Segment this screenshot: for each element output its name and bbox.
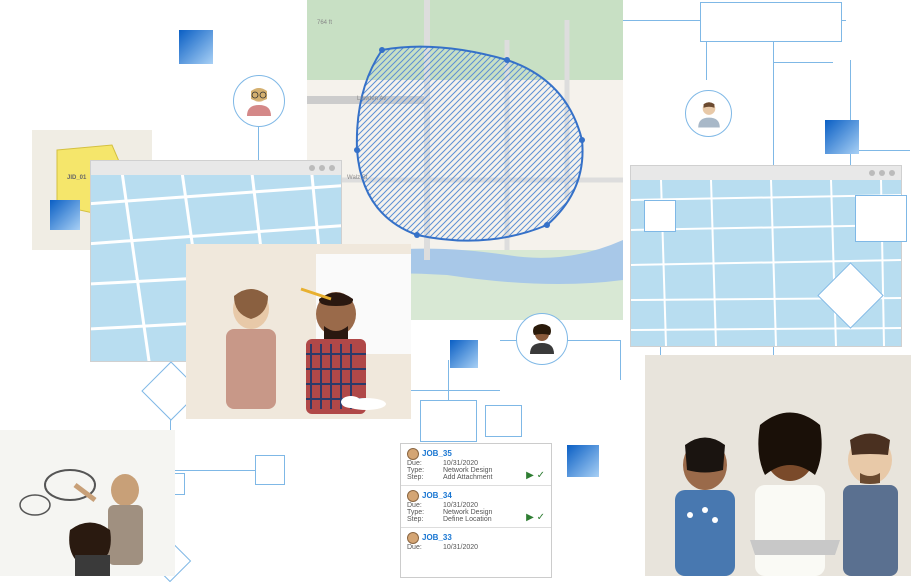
browser-window-right [630, 165, 902, 347]
flowchart-box [485, 405, 522, 437]
map-label: JID_01 [67, 175, 86, 181]
photo-team-laptop [645, 355, 911, 576]
job-list-panel: JOB_35 Due: 10/31/2020 Type: Network Desig… [400, 443, 552, 578]
label: Type: [407, 467, 435, 474]
avatar-woman-glasses [233, 75, 285, 127]
job-icon [407, 448, 419, 460]
play-icon[interactable]: ▶ ✓ [526, 470, 545, 481]
job-item[interactable]: JOB_35 Due: 10/31/2020 Type: Network Desig… [401, 444, 551, 486]
job-type: Network Design [443, 509, 492, 516]
label: Due: [407, 460, 435, 467]
label: Step: [407, 474, 435, 481]
job-id: JOB_33 [422, 533, 452, 542]
map-label: Walz St [347, 175, 367, 181]
map-label: Lowden Av [357, 96, 386, 102]
gradient-square [567, 445, 599, 477]
label: Step: [407, 516, 435, 523]
flowchart-box [255, 455, 285, 485]
job-id: JOB_34 [422, 491, 452, 500]
job-icon [407, 490, 419, 502]
gradient-square [50, 200, 80, 230]
photo-two-people-whiteboard [186, 244, 411, 419]
job-step: Define Location [443, 516, 492, 523]
job-item[interactable]: JOB_33 Due: 10/31/2020 [401, 528, 551, 555]
flowchart-box [855, 195, 907, 242]
job-type: Network Design [443, 467, 492, 474]
label: Type: [407, 509, 435, 516]
flowchart-box [644, 200, 676, 232]
label: Due: [407, 544, 435, 551]
label: Due: [407, 502, 435, 509]
job-id: JOB_35 [422, 449, 452, 458]
flowchart-box [420, 400, 477, 442]
job-due: 10/31/2020 [443, 460, 478, 467]
avatar-man-smiling [685, 90, 732, 137]
map-label: 764 ft [317, 20, 332, 26]
gradient-square [825, 120, 859, 154]
play-icon[interactable]: ▶ ✓ [526, 512, 545, 523]
gradient-square [179, 30, 213, 64]
job-due: 10/31/2020 [443, 544, 478, 551]
gradient-square [450, 340, 478, 368]
photo-whiteboard-session [0, 430, 175, 576]
avatar-man-curly [516, 313, 568, 365]
job-icon [407, 532, 419, 544]
job-step: Add Attachment [443, 474, 492, 481]
job-item[interactable]: JOB_34 Due: 10/31/2020 Type: Network Desig… [401, 486, 551, 528]
flowchart-box [700, 2, 842, 42]
job-due: 10/31/2020 [443, 502, 478, 509]
